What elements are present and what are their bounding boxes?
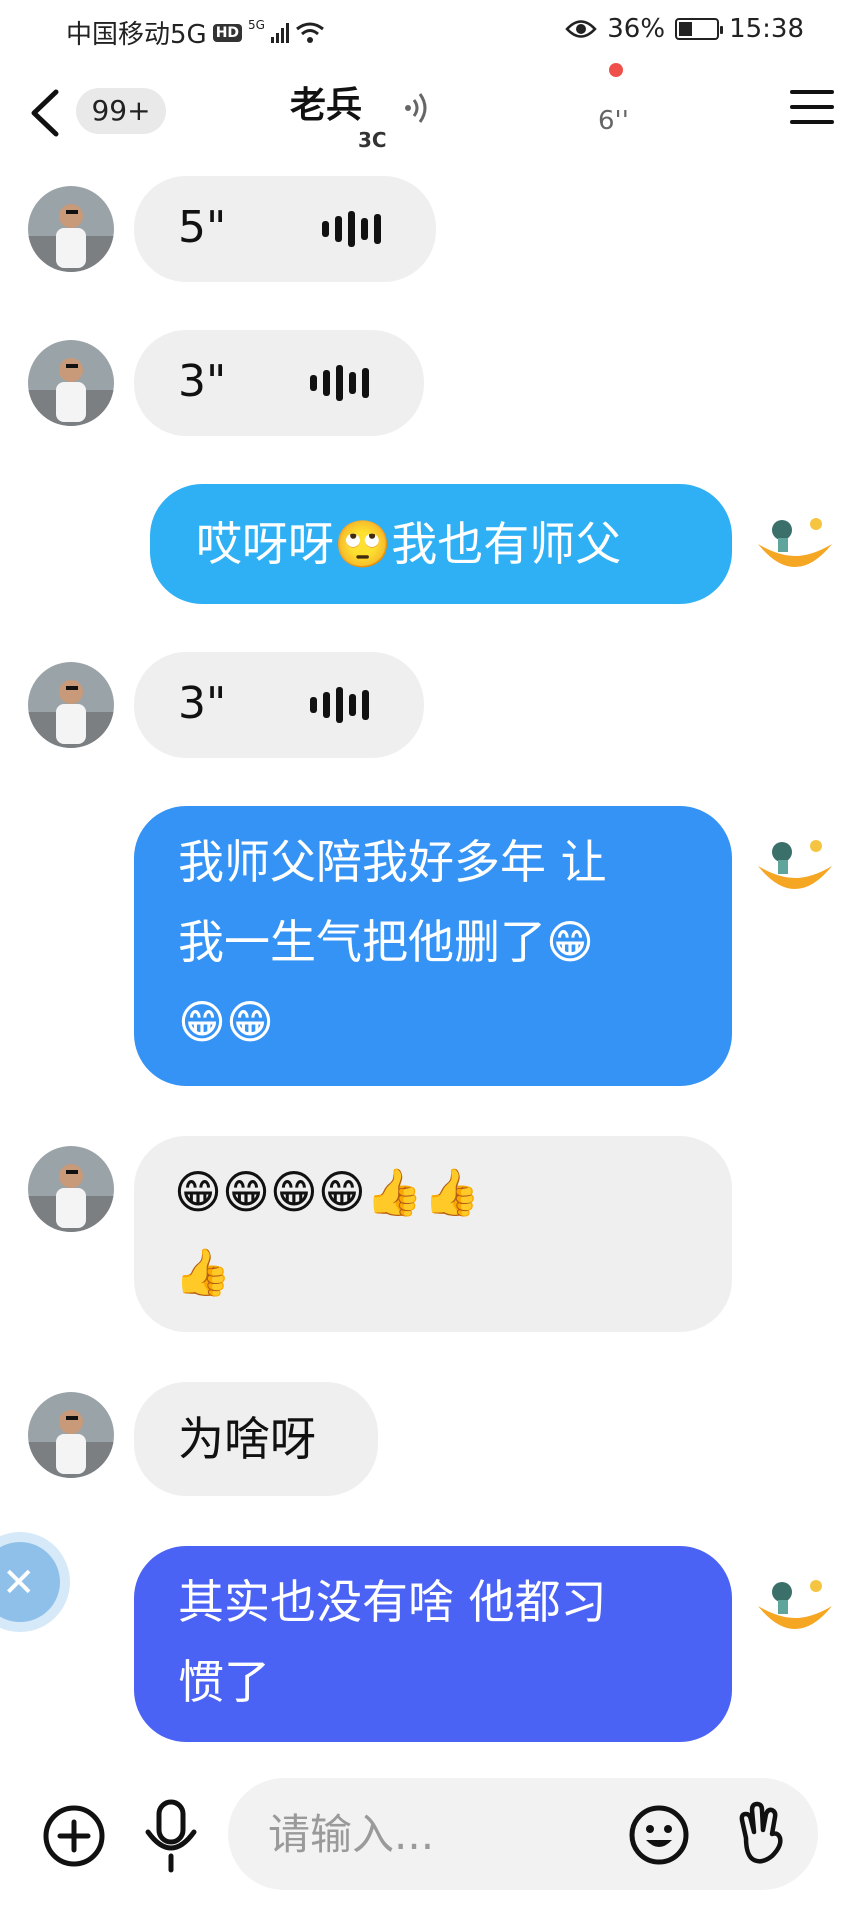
voice-duration: 3"	[178, 356, 227, 407]
close-icon: ✕	[2, 1560, 36, 1606]
voice-duration: 3"	[178, 678, 227, 729]
recording-dot	[609, 63, 623, 77]
contact-avatar[interactable]	[28, 1392, 114, 1478]
back-button[interactable]	[28, 88, 62, 138]
plus-circle-icon[interactable]	[42, 1804, 106, 1868]
contact-avatar[interactable]	[28, 340, 114, 426]
voice-wave-icon	[322, 209, 381, 249]
sent-message-bubble[interactable]: 哎呀呀🙄我也有师父	[150, 484, 732, 604]
microphone-icon[interactable]	[142, 1798, 200, 1874]
message-line: 其实也没有啥 他都习	[178, 1575, 607, 1629]
contact-avatar[interactable]	[28, 662, 114, 748]
hand-icon[interactable]	[732, 1798, 788, 1868]
voice-duration: 5"	[178, 202, 227, 253]
chat-title[interactable]: 老兵	[290, 76, 362, 128]
network-type: 5G	[248, 17, 265, 32]
eye-icon	[565, 20, 597, 38]
voice-playing-icon	[405, 93, 427, 123]
received-message-bubble[interactable]: 为啥呀	[134, 1382, 378, 1496]
message-input[interactable]	[268, 1802, 618, 1866]
my-avatar[interactable]	[752, 494, 838, 580]
message-input-box[interactable]	[228, 1778, 818, 1890]
unread-badge[interactable]: 99+	[76, 88, 166, 134]
floating-side-button[interactable]: ✕	[0, 1542, 60, 1622]
status-bar: 中国移动5G HD 5G 36% 15:38	[0, 0, 864, 58]
message-line: 😁😁😁😁👍👍	[174, 1165, 481, 1219]
title-subtext: 3C	[358, 128, 387, 152]
message-line: 惯了	[178, 1655, 270, 1709]
message-line: 我师父陪我好多年 让	[178, 835, 607, 889]
status-right: 36% 15:38	[565, 14, 804, 44]
message-line: 😁😁	[178, 995, 274, 1049]
message-line: 我一生气把他删了😁	[178, 915, 594, 969]
battery-percent: 36%	[607, 14, 666, 44]
sent-message-bubble[interactable]: 其实也没有啥 他都习 惯了	[134, 1546, 732, 1742]
input-bar	[0, 1770, 864, 1920]
smile-icon[interactable]	[628, 1804, 690, 1866]
contact-avatar[interactable]	[28, 186, 114, 272]
voice-message[interactable]: 3"	[134, 330, 424, 436]
voice-wave-icon	[310, 685, 369, 725]
clock: 15:38	[729, 14, 804, 44]
chat-header: 99+ 老兵 3C 6''	[0, 58, 864, 168]
voice-wave-icon	[310, 363, 369, 403]
voice-message[interactable]: 5"	[134, 176, 436, 282]
received-message-bubble[interactable]: 😁😁😁😁👍👍 👍	[134, 1136, 732, 1332]
wifi-icon	[296, 22, 324, 43]
signal-icon	[270, 22, 289, 43]
sent-message-bubble[interactable]: 我师父陪我好多年 让 我一生气把他删了😁 😁😁	[134, 806, 732, 1086]
hd-badge: HD	[212, 23, 243, 42]
my-avatar[interactable]	[752, 816, 838, 902]
contact-avatar[interactable]	[28, 1146, 114, 1232]
recording-time: 6''	[598, 106, 629, 136]
voice-message[interactable]: 3"	[134, 652, 424, 758]
status-left: 中国移动5G HD 5G	[66, 14, 325, 51]
carrier-label: 中国移动5G	[66, 20, 207, 50]
my-avatar[interactable]	[752, 1556, 838, 1642]
battery-icon	[675, 18, 724, 40]
menu-button[interactable]	[790, 90, 834, 124]
message-text: 为啥呀	[178, 1412, 316, 1466]
message-line: 👍	[174, 1245, 232, 1299]
message-text: 哎呀呀🙄我也有师父	[196, 517, 622, 571]
